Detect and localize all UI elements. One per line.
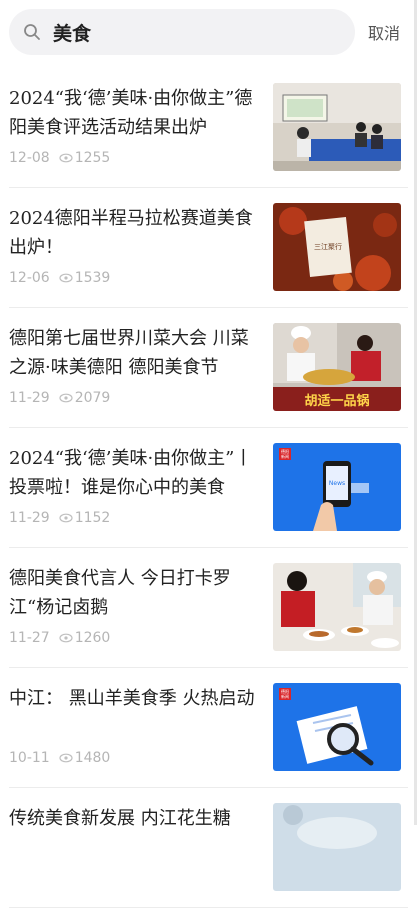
list-item[interactable]: 2024德阳半程马拉松赛道美食出炉！ 12-06 1539 三江聚行 [9,188,408,308]
eye-icon [59,513,73,523]
eye-icon [59,153,73,163]
article-title: 传统美食新发展 内江花生糖 [9,808,231,829]
list-item[interactable]: 2024“我‘德’美味·由你做主”德阳美食评选活动结果出炉 12-08 1255 [9,68,408,188]
article-thumbnail [273,83,401,171]
article-title: 2024“我‘德’美味·由你做主”德阳美食评选活动结果出炉 [9,88,253,138]
article-views: 2079 [74,390,111,406]
list-item[interactable]: 2024“我‘德’美味·由你做主”丨投票啦！谁是你心中的美食 11-29 115… [9,428,408,548]
article-title: 2024“我‘德’美味·由你做主”丨投票啦！谁是你心中的美食 [9,448,253,498]
eye-icon [59,273,73,283]
list-item[interactable]: 德阳美食代言人 今日打卡罗江“杨记卤鹅 11-27 1260 [9,548,408,668]
search-icon [24,24,40,40]
article-date: 11-29 [9,390,50,406]
article-views: 1539 [74,270,111,286]
article-thumbnail: 胡适一品锅 [273,323,401,411]
article-date: 10-11 [9,750,50,766]
article-date: 11-27 [9,630,50,646]
article-meta: 10-11 1480 [9,750,110,766]
article-list: 2024“我‘德’美味·由你做主”德阳美食评选活动结果出炉 12-08 1255 [0,68,417,908]
article-date: 12-06 [9,270,50,286]
article-meta: 12-08 1255 [9,150,110,166]
article-title: 2024德阳半程马拉松赛道美食出炉！ [9,208,253,258]
logo-line-2: 新闻 [281,453,289,459]
article-meta: 11-29 1152 [9,510,110,526]
list-item[interactable]: 德阳第七届世界川菜大会 川菜之源·味美德阳 德阳美食节 11-29 2079 胡… [9,308,408,428]
eye-icon [59,753,73,763]
article-date: 12-08 [9,150,50,166]
search-bar[interactable] [9,9,355,55]
article-meta: 11-27 1260 [9,630,110,646]
article-title: 德阳第七届世界川菜大会 川菜之源·味美德阳 德阳美食节 [9,328,249,378]
article-title: 中江： 黑山羊美食季 火热启动 [9,688,255,709]
article-title: 德阳美食代言人 今日打卡罗江“杨记卤鹅 [9,568,231,618]
phone-label: News [329,480,345,487]
cancel-button[interactable]: 取消 [368,20,400,44]
article-thumbnail: 德阳 新闻 News [273,443,401,531]
thumbnail-caption: 胡适一品锅 [304,393,369,409]
eye-icon [59,393,73,403]
article-views: 1152 [74,510,111,526]
article-date: 11-29 [9,510,50,526]
search-input[interactable] [51,20,315,44]
article-views: 1260 [74,630,111,646]
article-meta: 12-06 1539 [9,270,110,286]
list-item[interactable]: 中江： 黑山羊美食季 火热启动 10-11 1480 德阳 新闻 [9,668,408,788]
eye-icon [59,633,73,643]
article-thumbnail: 德阳 新闻 [273,683,401,771]
article-views: 1480 [74,750,111,766]
box-label: 三江聚行 [314,242,342,251]
article-thumbnail: 三江聚行 [273,203,401,291]
article-views: 1255 [74,150,111,166]
article-thumbnail [273,563,401,651]
list-item[interactable]: 传统美食新发展 内江花生糖 [9,788,408,908]
article-thumbnail [273,803,401,891]
logo-line-2: 新闻 [281,693,289,699]
article-meta: 11-29 2079 [9,390,110,406]
